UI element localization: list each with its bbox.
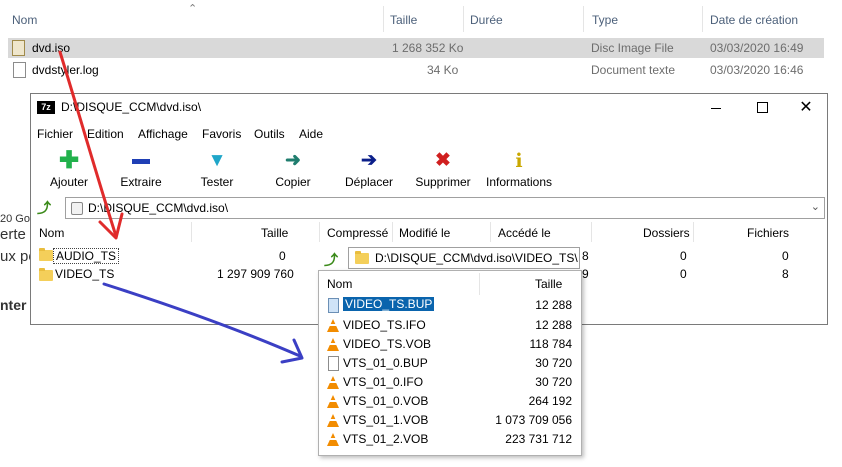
blue-arrow: [102, 282, 304, 364]
red-arrow: [58, 50, 124, 240]
annotation-arrows: [58, 50, 304, 364]
